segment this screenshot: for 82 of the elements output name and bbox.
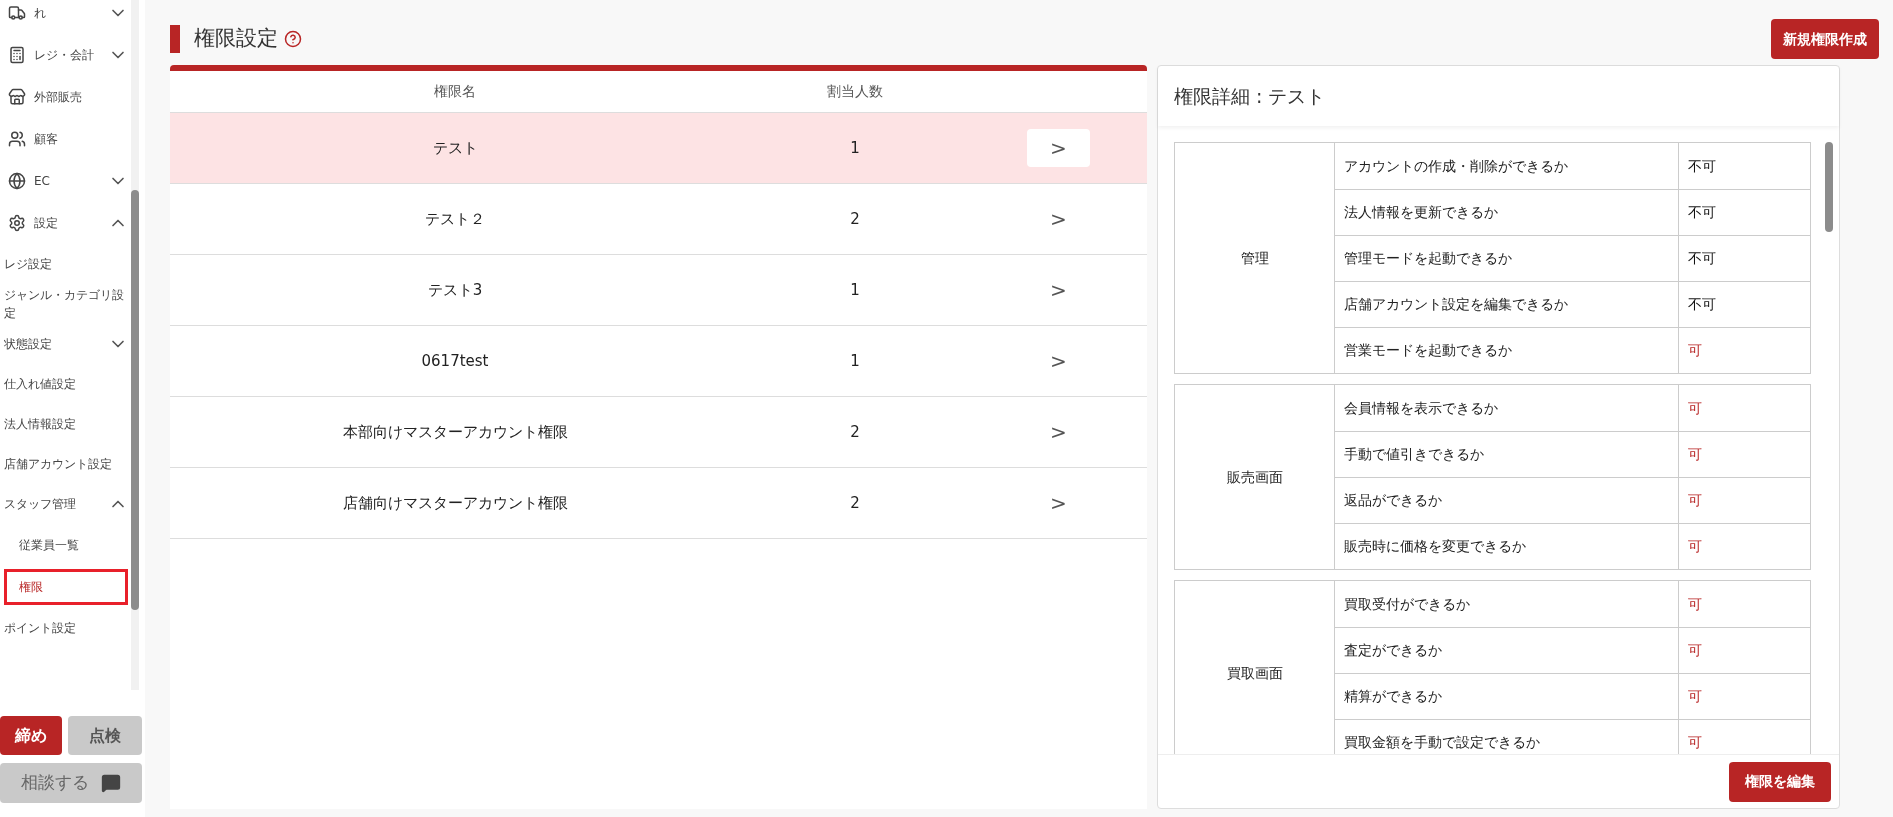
close-register-button[interactable]: 締め (0, 716, 62, 755)
permission-value-cell-text: 可 (1687, 341, 1703, 360)
permission-label-cell: 店舗アカウント設定を編集できるか (1335, 282, 1679, 327)
permission-value-cell-text: 不可 (1687, 156, 1717, 176)
permission-label-cell: 買取受付ができるか (1335, 581, 1679, 627)
detail-arrow-button[interactable]: > (1027, 200, 1090, 238)
help-icon[interactable] (284, 30, 302, 48)
table-cell-text: 2 (850, 421, 860, 443)
sidebar-icon (8, 88, 26, 106)
table-cell-text: テスト２ (425, 208, 485, 230)
table-cell-text: 店舗向けマスターアカウント権限 (342, 492, 568, 514)
sidebar-icon (8, 214, 26, 232)
permission-label-cell: 買取金額を手動で設定できるか (1335, 720, 1679, 754)
table-cell-text: 2 (850, 492, 860, 514)
sidebar-icon (8, 130, 26, 148)
sidebar-item[interactable]: 店舗アカウント設定 (0, 455, 112, 473)
sidebar-item[interactable]: 外部販売 (34, 88, 128, 106)
table-cell-text: 2 (850, 208, 860, 230)
table-cell-text: テスト (432, 137, 478, 159)
title-accent-bar (170, 25, 180, 53)
permission-label-cell: 精算ができるか (1335, 674, 1679, 719)
table-cell-text: 本部向けマスターアカウント権限 (342, 421, 568, 443)
permission-value-cell-text: 可 (1687, 445, 1703, 464)
sidebar-subitem[interactable]: 権限 (4, 569, 128, 605)
permission-value-cell-text: 可 (1687, 398, 1703, 418)
group-cell: 販売画面 (1175, 385, 1335, 569)
permission-label-cell: 会員情報を表示できるか (1335, 385, 1679, 431)
sidebar-item[interactable]: EC (34, 172, 100, 190)
permission-value-cell-text: 可 (1687, 537, 1703, 556)
detail-arrow-button[interactable]: > (1027, 413, 1090, 451)
detail-arrow-button[interactable]: > (1027, 271, 1090, 309)
sidebar-item[interactable]: 状態設定 (0, 335, 52, 353)
group-cell: 管理 (1175, 143, 1335, 373)
detail-title: 権限詳細 : テスト (1174, 83, 1326, 109)
detail-arrow-button[interactable]: > (1027, 484, 1090, 522)
sidebar-item[interactable]: れ (34, 4, 100, 22)
table-cell-text: 0617test (421, 350, 489, 372)
page-title: 権限設定 (194, 25, 278, 53)
sidebar-item[interactable]: スタッフ管理 (0, 495, 76, 513)
new-permission-button[interactable]: 新規権限作成 (1771, 19, 1879, 59)
sidebar-item[interactable]: 仕入れ値設定 (0, 375, 76, 393)
permission-label-cell: 販売時に価格を変更できるか (1335, 524, 1679, 569)
group-cell: 買取画面 (1175, 581, 1335, 754)
sidebar-icon (8, 172, 26, 190)
table-row[interactable]: テスト 1 > (170, 113, 1147, 184)
table-cell-text: 1 (850, 137, 860, 159)
permission-label-cell: 管理モードを起動できるか (1335, 236, 1679, 281)
permission-label-cell: 営業モードを起動できるか (1335, 328, 1679, 373)
sidebar-item[interactable]: レジ・会計 (34, 46, 100, 64)
table-cell-text: 1 (850, 279, 860, 301)
table-cell-text: テスト3 (427, 279, 483, 301)
permission-value-cell-text: 可 (1687, 594, 1703, 614)
sidebar-item[interactable]: 法人情報設定 (0, 415, 76, 433)
permission-value-cell-text: 不可 (1687, 249, 1717, 268)
sidebar-item[interactable]: レジ設定 (0, 255, 52, 273)
permission-value-cell-text: 可 (1687, 491, 1703, 510)
edit-permission-button[interactable]: 権限を編集 (1729, 761, 1831, 802)
permission-value-cell-text: 可 (1687, 687, 1703, 706)
permission-label-cell: 査定ができるか (1335, 628, 1679, 673)
column-header: 割当人数 (827, 82, 883, 101)
permission-label-cell: 法人情報を更新できるか (1335, 190, 1679, 235)
permission-value-cell-text: 可 (1687, 733, 1703, 752)
inspect-button[interactable]: 点検 (68, 716, 142, 755)
sidebar-icon (8, 4, 26, 22)
sidebar-subitem[interactable]: 従業員一覧 (4, 527, 128, 563)
permission-label-cell: 返品ができるか (1335, 478, 1679, 523)
permission-label-cell: 手動で値引きできるか (1335, 432, 1679, 477)
sidebar-item[interactable]: ポイント設定 (0, 619, 76, 637)
permission-label-cell: アカウントの作成・削除ができるか (1335, 143, 1679, 189)
sidebar-item[interactable]: 設定 (34, 214, 100, 232)
table-cell-text: 1 (850, 350, 860, 372)
column-header: 権限名 (434, 82, 476, 101)
permission-value-cell-text: 不可 (1687, 203, 1717, 222)
sidebar-icon (8, 46, 26, 64)
permission-value-cell-text: 不可 (1687, 295, 1717, 314)
detail-arrow-button[interactable]: > (1027, 342, 1090, 380)
sidebar-item[interactable]: 顧客 (34, 130, 128, 148)
permission-value-cell-text: 可 (1687, 641, 1703, 660)
detail-arrow-button[interactable]: > (1027, 129, 1090, 167)
sidebar-item[interactable]: ジャンル・カテゴリ設定 (0, 286, 128, 322)
chat-icon (101, 773, 121, 793)
consult-button[interactable]: 相談する (0, 763, 142, 803)
